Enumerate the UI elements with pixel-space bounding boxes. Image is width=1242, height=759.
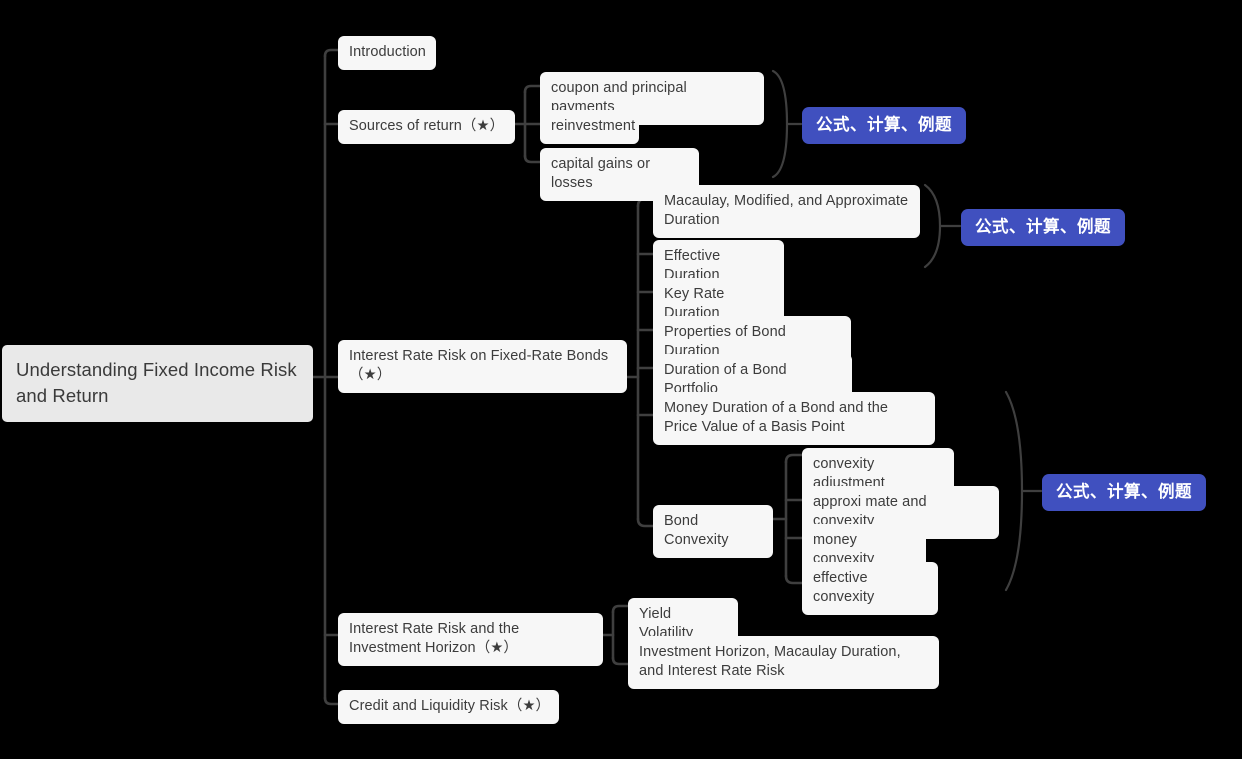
- node-macaulay-modified-approximate-duration-label: Macaulay, Modified, and Approximate Dura…: [664, 193, 909, 228]
- badge-sources-of-return-label: 公式、计算、例题: [816, 116, 952, 134]
- node-investment-horizon-macaulay-duration-interest-rate-risk[interactable]: Investment Horizon, Macaulay Duration, a…: [628, 636, 939, 689]
- branch-interest-rate-risk-fixed-rate-bonds[interactable]: Interest Rate Risk on Fixed-Rate Bonds（★…: [338, 340, 627, 393]
- branch-introduction[interactable]: Introduction: [338, 36, 436, 70]
- branch-interest-rate-risk-fixed-rate-bonds-label: Interest Rate Risk on Fixed-Rate Bonds（★…: [349, 348, 609, 383]
- badge-interest-rate-risk-fixed-rate-bonds[interactable]: 公式、计算、例题: [961, 209, 1125, 246]
- node-money-duration-price-value-basis-point-label: Money Duration of a Bond and the Price V…: [664, 400, 889, 435]
- node-macaulay-modified-approximate-duration[interactable]: Macaulay, Modified, and Approximate Dura…: [653, 185, 920, 238]
- node-effective-convexity-label: effective convexity: [813, 570, 875, 605]
- branch-introduction-label: Introduction: [349, 44, 426, 60]
- branch-interest-rate-risk-investment-horizon[interactable]: Interest Rate Risk and the Investment Ho…: [338, 613, 603, 666]
- root-node-label: Understanding Fixed Income Risk and Retu…: [16, 359, 297, 406]
- branch-interest-rate-risk-investment-horizon-label: Interest Rate Risk and the Investment Ho…: [349, 621, 520, 656]
- node-bond-convexity[interactable]: Bond Convexity: [653, 505, 773, 558]
- badge-bond-convexity[interactable]: 公式、计算、例题: [1042, 474, 1206, 511]
- node-investment-horizon-macaulay-duration-interest-rate-risk-label: Investment Horizon, Macaulay Duration, a…: [639, 644, 901, 679]
- branch-sources-of-return-label: Sources of return（★）: [349, 118, 505, 134]
- branch-credit-and-liquidity-risk[interactable]: Credit and Liquidity Risk（★）: [338, 690, 559, 724]
- root-node[interactable]: Understanding Fixed Income Risk and Retu…: [2, 345, 313, 422]
- badge-bond-convexity-label: 公式、计算、例题: [1056, 483, 1192, 501]
- node-reinvestment[interactable]: reinvestment: [540, 110, 639, 144]
- mindmap-canvas: Understanding Fixed Income Risk and Retu…: [0, 0, 1242, 759]
- node-bond-convexity-label: Bond Convexity: [664, 513, 729, 548]
- node-money-duration-price-value-basis-point[interactable]: Money Duration of a Bond and the Price V…: [653, 392, 935, 445]
- badge-sources-of-return[interactable]: 公式、计算、例题: [802, 107, 966, 144]
- node-capital-gains-or-losses-label: capital gains or losses: [551, 156, 651, 191]
- node-effective-convexity[interactable]: effective convexity: [802, 562, 938, 615]
- node-reinvestment-label: reinvestment: [551, 118, 636, 134]
- badge-interest-rate-risk-fixed-rate-bonds-label: 公式、计算、例题: [975, 218, 1111, 236]
- branch-sources-of-return[interactable]: Sources of return（★）: [338, 110, 515, 144]
- branch-credit-and-liquidity-risk-label: Credit and Liquidity Risk（★）: [349, 698, 551, 714]
